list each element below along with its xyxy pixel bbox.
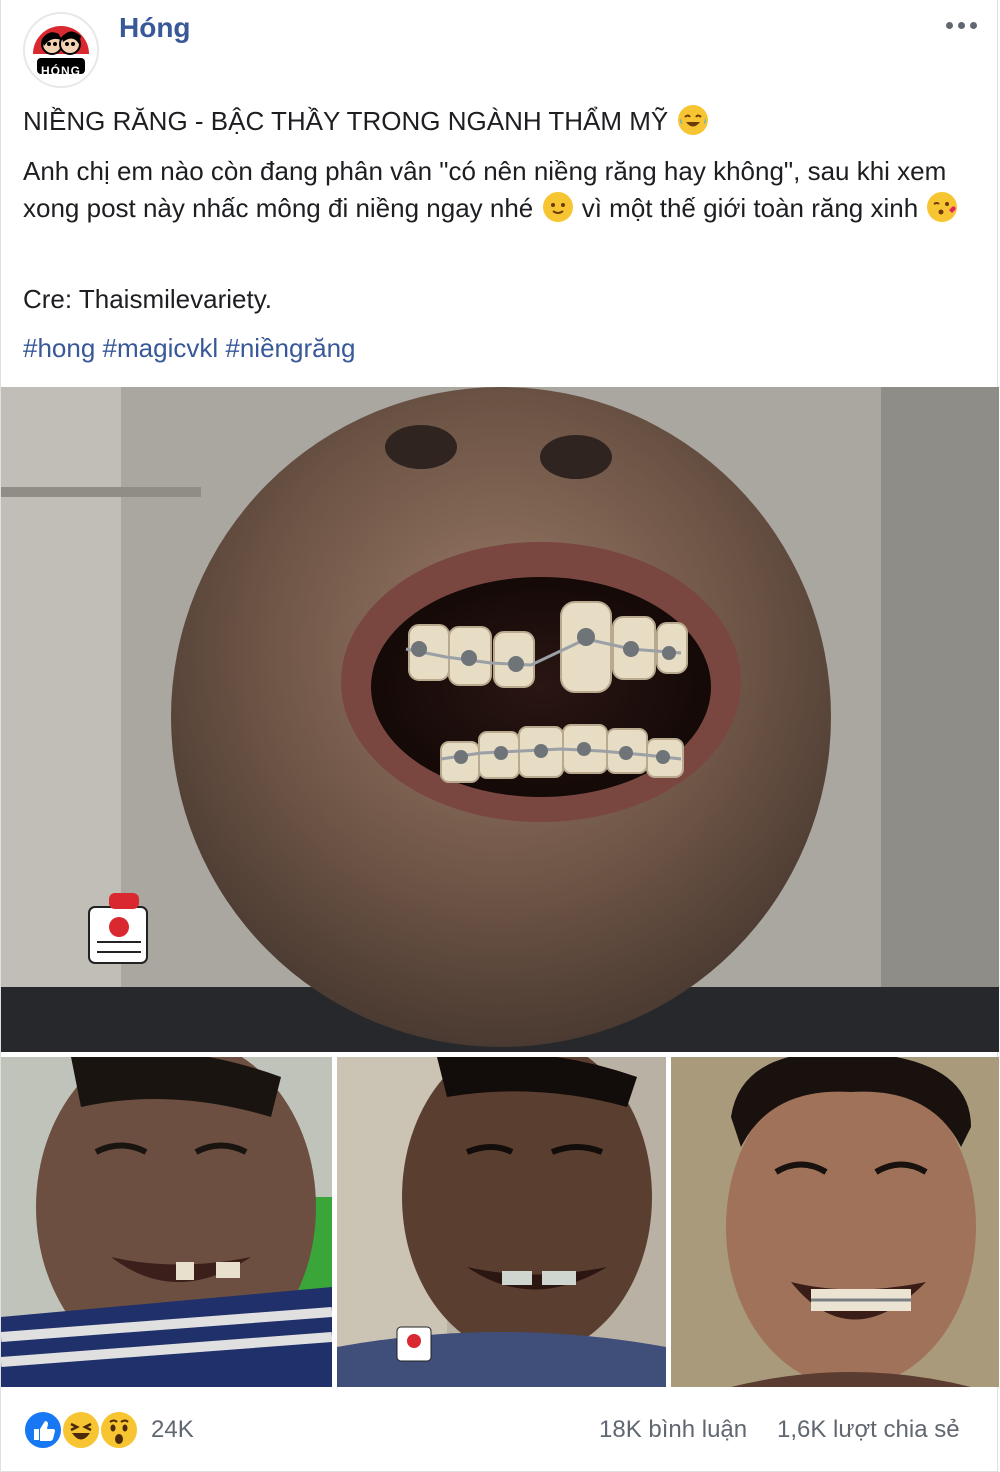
page-name-link[interactable]: Hóng — [119, 12, 191, 44]
hashtag-magicvkl[interactable]: #magicvkl — [103, 333, 219, 363]
hashtag-list: #hong #magicvkl #niềngrăng — [23, 330, 973, 367]
kissing-heart-emoji-icon — [927, 192, 958, 222]
smile-braces-result-photo — [671, 1057, 999, 1387]
haha-reaction-icon — [61, 1410, 101, 1450]
like-reaction-icon — [23, 1410, 63, 1450]
more-options-icon[interactable] — [941, 10, 981, 40]
reaction-count[interactable]: 24K — [151, 1416, 194, 1444]
hashtag-niengrang[interactable]: #niềngrăng — [225, 333, 355, 363]
main-photo[interactable] — [1, 387, 999, 1052]
comments-count-link[interactable]: 18K bình luận — [599, 1416, 747, 1444]
post-credit: Cre: Thaismilevariety. — [23, 284, 272, 314]
photo-thumbnails — [1, 1057, 999, 1387]
photo-thumbnail-3[interactable] — [671, 1057, 999, 1387]
photo-thumbnail-1[interactable] — [1, 1057, 332, 1387]
smiling-emoji-icon — [542, 192, 573, 222]
page-avatar[interactable]: HÓNG — [23, 12, 99, 88]
facebook-post: HÓNG Hóng NIỀNG RĂNG - BẬC THẦY TRONG NG… — [0, 0, 999, 1472]
post-header: HÓNG Hóng — [1, 0, 999, 90]
post-body-part2: vì một thế giới toàn răng xinh — [581, 193, 919, 223]
post-body: Anh chị em nào còn đang phân vân "có nên… — [23, 153, 973, 227]
wow-reaction-icon — [99, 1410, 139, 1450]
smile-with-braces-gap-photo — [337, 1057, 666, 1387]
close-up-smile-photo — [1, 387, 999, 1052]
post-footer: 24K 18K bình luận 1,6K lượt chia sẻ — [1, 1388, 999, 1472]
shares-count-link[interactable]: 1,6K lượt chia sẻ — [777, 1416, 960, 1444]
smile-before-braces-photo — [1, 1057, 332, 1387]
post-title: NIỀNG RĂNG - BẬC THẦY TRONG NGÀNH THẨM M… — [23, 103, 973, 140]
hashtag-hong[interactable]: #hong — [23, 333, 95, 363]
laughing-crying-emoji-icon — [677, 105, 708, 135]
avatar-label: HÓNG — [41, 64, 81, 78]
photo-thumbnail-2[interactable] — [337, 1057, 666, 1387]
post-title-text: NIỀNG RĂNG - BẬC THẦY TRONG NGÀNH THẨM M… — [23, 106, 669, 136]
